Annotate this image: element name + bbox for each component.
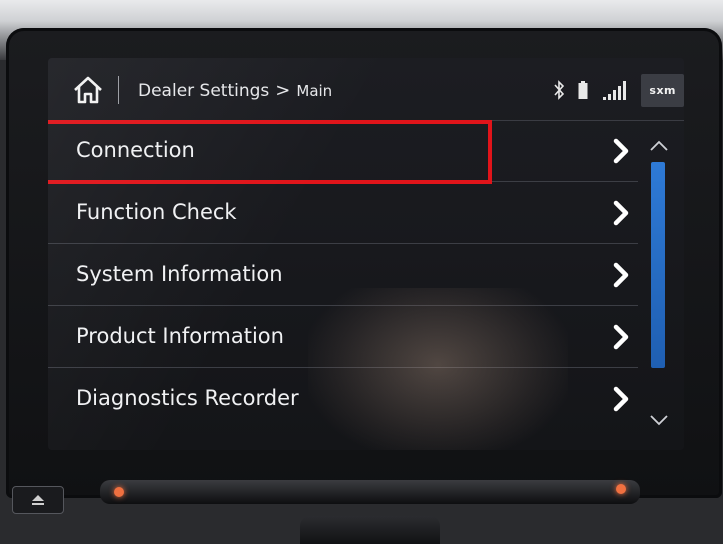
signal-icon [601, 79, 629, 101]
eject-icon [32, 495, 44, 505]
chevron-down-icon [650, 415, 668, 426]
scroll-down-button[interactable] [644, 408, 674, 432]
menu-item-product-information[interactable]: Product Information [48, 306, 638, 368]
breadcrumb-current: Main [296, 81, 333, 100]
menu-item-label: Product Information [76, 324, 284, 348]
chevron-up-icon [650, 140, 668, 151]
breadcrumb-separator: > [275, 80, 291, 101]
menu-item-connection[interactable]: Connection [48, 120, 638, 184]
eject-button[interactable] [12, 486, 64, 514]
disc-slot [100, 480, 640, 504]
breadcrumb-root: Dealer Settings [138, 80, 270, 101]
dealer-settings-menu: Connection Function Check System Informa… [48, 120, 638, 429]
status-bar: sxm [553, 72, 684, 108]
chevron-right-icon [613, 324, 629, 350]
scrollbar[interactable] [651, 162, 665, 368]
hardware-knob[interactable] [300, 516, 440, 544]
indicator-light [114, 487, 124, 497]
touch-screen: Dealer Settings > Main sxm Connection Fu… [48, 58, 684, 450]
menu-item-label: Function Check [76, 200, 237, 224]
indicator-light [616, 484, 626, 494]
menu-item-label: Connection [76, 138, 195, 162]
chevron-right-icon [613, 200, 629, 226]
menu-item-function-check[interactable]: Function Check [48, 182, 638, 244]
chevron-right-icon [613, 138, 629, 164]
menu-item-label: Diagnostics Recorder [76, 386, 299, 410]
battery-icon [577, 80, 589, 100]
menu-item-label: System Information [76, 262, 283, 286]
screen-header: Dealer Settings > Main sxm [48, 58, 684, 121]
breadcrumb: Dealer Settings > Main [138, 80, 332, 101]
sxm-badge[interactable]: sxm [641, 73, 684, 107]
home-icon [74, 76, 102, 104]
menu-item-system-information[interactable]: System Information [48, 244, 638, 306]
menu-item-diagnostics-recorder[interactable]: Diagnostics Recorder [48, 368, 638, 429]
chevron-right-icon [613, 386, 629, 412]
chevron-right-icon [613, 262, 629, 288]
scroll-up-button[interactable] [644, 134, 674, 158]
bluetooth-icon [553, 80, 565, 100]
header-divider [118, 76, 119, 104]
home-button[interactable] [68, 72, 108, 108]
